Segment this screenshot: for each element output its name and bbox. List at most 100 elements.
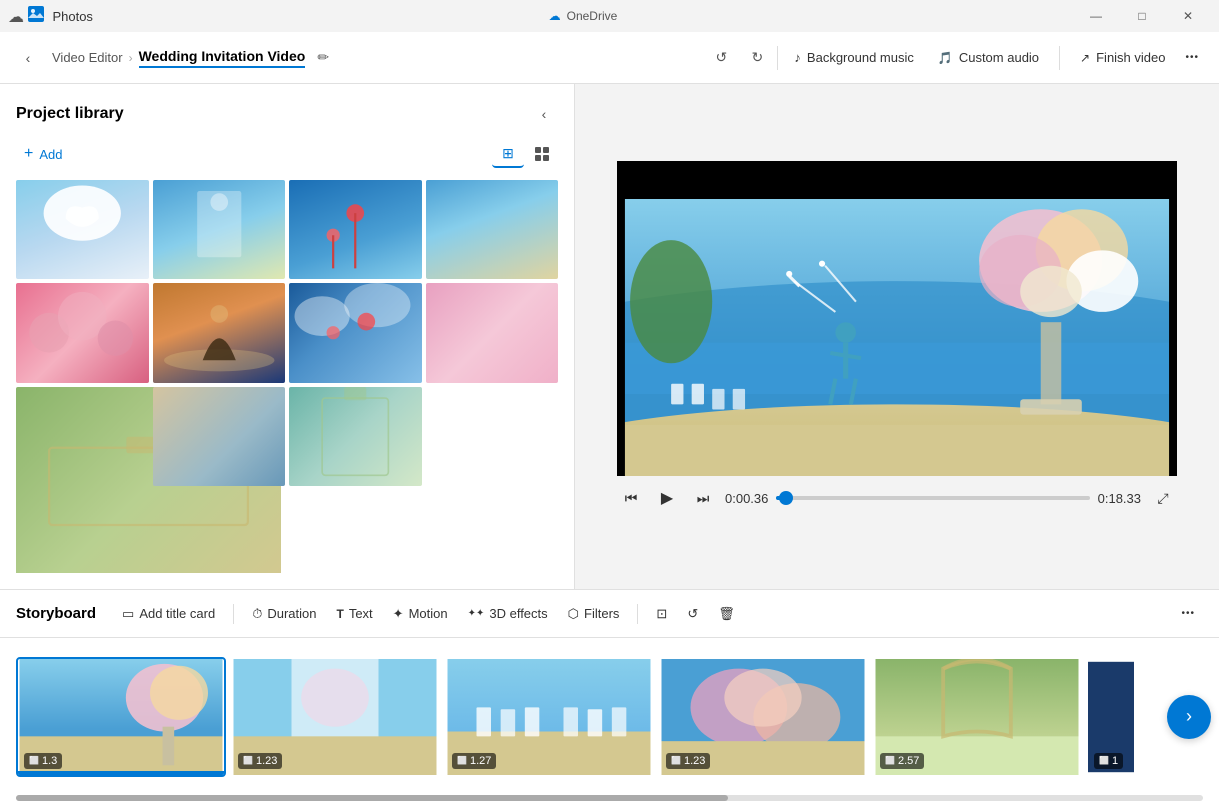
duration-value: 1.3 <box>42 755 57 767</box>
image-icon: ⬜ <box>671 756 681 765</box>
media-item[interactable] <box>426 180 559 279</box>
media-item[interactable] <box>426 283 559 382</box>
media-item[interactable] <box>289 387 422 486</box>
more-icon: ••• <box>1181 608 1195 619</box>
titlebar-left: Photos <box>8 6 93 27</box>
panel-header: Project library ‹ <box>16 100 558 128</box>
more-options-button[interactable]: ••• <box>1177 46 1207 69</box>
redo-button[interactable]: ↻ <box>741 42 773 74</box>
storyboard-item[interactable]: ⬜ 1.27 <box>444 657 654 777</box>
video-preview <box>617 161 1177 476</box>
image-icon: ⬜ <box>885 756 895 765</box>
breadcrumb-home[interactable]: Video Editor <box>52 50 123 65</box>
onedrive-label: OneDrive <box>567 9 618 23</box>
finish-icon: ↗ <box>1080 51 1090 65</box>
add-title-card-label: Add title card <box>139 606 215 621</box>
view-small-button[interactable] <box>526 140 558 168</box>
progress-bar[interactable] <box>776 496 1089 500</box>
finish-video-button[interactable]: ↗ Finish video <box>1068 44 1177 71</box>
project-library-panel: Project library ‹ + Add ⊞ <box>0 84 575 589</box>
motion-label: Motion <box>409 606 448 621</box>
media-item[interactable] <box>153 180 286 279</box>
effects-3d-button[interactable]: ✦✦ 3D effects <box>458 601 558 626</box>
background-music-button[interactable]: ♪ Background music <box>782 44 925 71</box>
image-icon: ⬜ <box>1099 756 1109 765</box>
duration-value: 1.23 <box>684 755 705 767</box>
filters-button[interactable]: ⬡ Filters <box>558 601 630 627</box>
storyboard-item[interactable]: ⬜ 1.23 <box>230 657 440 777</box>
back-button[interactable]: ‹ <box>12 42 44 74</box>
duration-button[interactable]: ⏱ Duration <box>242 601 326 627</box>
storyboard-more-button[interactable]: ••• <box>1173 603 1203 624</box>
onedrive-icon: ☁ <box>549 9 561 23</box>
total-time: 0:18.33 <box>1098 491 1141 506</box>
speed-icon: ↺ <box>687 606 698 622</box>
music-icon: ♪ <box>794 50 801 65</box>
text-button[interactable]: T Text <box>326 601 382 626</box>
breadcrumb-separator: › <box>129 51 133 65</box>
media-grid <box>16 180 558 573</box>
media-item[interactable] <box>289 180 422 279</box>
add-media-button[interactable]: + Add <box>16 141 70 167</box>
skip-forward-button[interactable]: ⏭ <box>689 484 717 512</box>
storyboard-scrollbar[interactable] <box>16 795 1203 801</box>
titlebar: Photos ☁ OneDrive — □ ✕ <box>0 0 1219 32</box>
add-title-card-button[interactable]: ▭ Add title card <box>112 601 225 627</box>
undo-button[interactable]: ↺ <box>705 42 737 74</box>
video-preview-panel: ⏮ ▶ ⏭ 0:00.36 0:18.33 ⤢ <box>575 84 1219 589</box>
duration-label: Duration <box>267 606 316 621</box>
skip-back-button[interactable]: ⏮ <box>617 484 645 512</box>
storyboard-duration: ⬜ 1 <box>1094 753 1123 769</box>
motion-icon: ✦ <box>393 606 404 622</box>
split-button[interactable]: ⊡ <box>646 601 677 627</box>
fullscreen-button[interactable]: ⤢ <box>1149 484 1177 512</box>
panel-title: Project library <box>16 105 124 123</box>
storyboard-item[interactable]: ⬜ 1 <box>1086 657 1136 777</box>
media-item[interactable] <box>16 283 149 382</box>
toolbar-divider-2 <box>1059 46 1060 70</box>
minimize-button[interactable]: — <box>1073 0 1119 32</box>
text-label: Text <box>349 606 373 621</box>
storyboard-track: ⬜ 1.3 ⬜ 1.23 <box>0 638 1219 795</box>
filters-label: Filters <box>584 606 619 621</box>
finish-video-label: Finish video <box>1096 50 1165 65</box>
image-icon: ⬜ <box>29 756 39 765</box>
media-item[interactable] <box>153 387 286 486</box>
image-icon: ⬜ <box>457 756 467 765</box>
split-icon: ⊡ <box>656 606 667 622</box>
custom-audio-label: Custom audio <box>959 50 1039 65</box>
storyboard-divider-2 <box>637 604 638 624</box>
more-icon: ••• <box>1185 52 1199 63</box>
speed-button[interactable]: ↺ <box>677 601 708 627</box>
video-controls: ⏮ ▶ ⏭ 0:00.36 0:18.33 ⤢ <box>617 484 1177 512</box>
storyboard-item[interactable]: ⬜ 2.57 <box>872 657 1082 777</box>
storyboard-item[interactable]: ⬜ 1.3 <box>16 657 226 777</box>
add-icon: + <box>24 145 33 163</box>
audio-icon: 🎵 <box>938 51 953 65</box>
title-card-icon: ▭ <box>122 606 134 622</box>
app-title: Photos <box>52 9 92 24</box>
maximize-button[interactable]: □ <box>1119 0 1165 32</box>
media-item[interactable] <box>153 283 286 382</box>
motion-button[interactable]: ✦ Motion <box>383 601 458 627</box>
text-icon: T <box>336 607 343 621</box>
media-item[interactable] <box>289 283 422 382</box>
view-large-button[interactable]: ⊞ <box>492 140 524 168</box>
storyboard-duration: ⬜ 1.3 <box>24 753 62 769</box>
storyboard-duration: ⬜ 1.23 <box>238 753 282 769</box>
storyboard-item[interactable]: ⬜ 1.23 <box>658 657 868 777</box>
filters-icon: ⬡ <box>568 606 579 622</box>
custom-audio-button[interactable]: 🎵 Custom audio <box>926 44 1051 71</box>
collapse-panel-button[interactable]: ‹ <box>530 100 558 128</box>
close-button[interactable]: ✕ <box>1165 0 1211 32</box>
edit-title-icon[interactable]: ✏ <box>317 49 329 66</box>
media-item[interactable] <box>16 180 149 279</box>
main-layout: Project library ‹ + Add ⊞ <box>0 84 1219 589</box>
storyboard-section: Storyboard ▭ Add title card ⏱ Duration T… <box>0 589 1219 809</box>
background-music-label: Background music <box>807 50 914 65</box>
play-button[interactable]: ▶ <box>653 484 681 512</box>
effects-icon: ✦✦ <box>468 608 485 619</box>
storyboard-next-button[interactable]: › <box>1167 695 1211 739</box>
delete-icon: 🗑 <box>718 606 735 622</box>
delete-button[interactable]: 🗑 <box>708 601 745 627</box>
